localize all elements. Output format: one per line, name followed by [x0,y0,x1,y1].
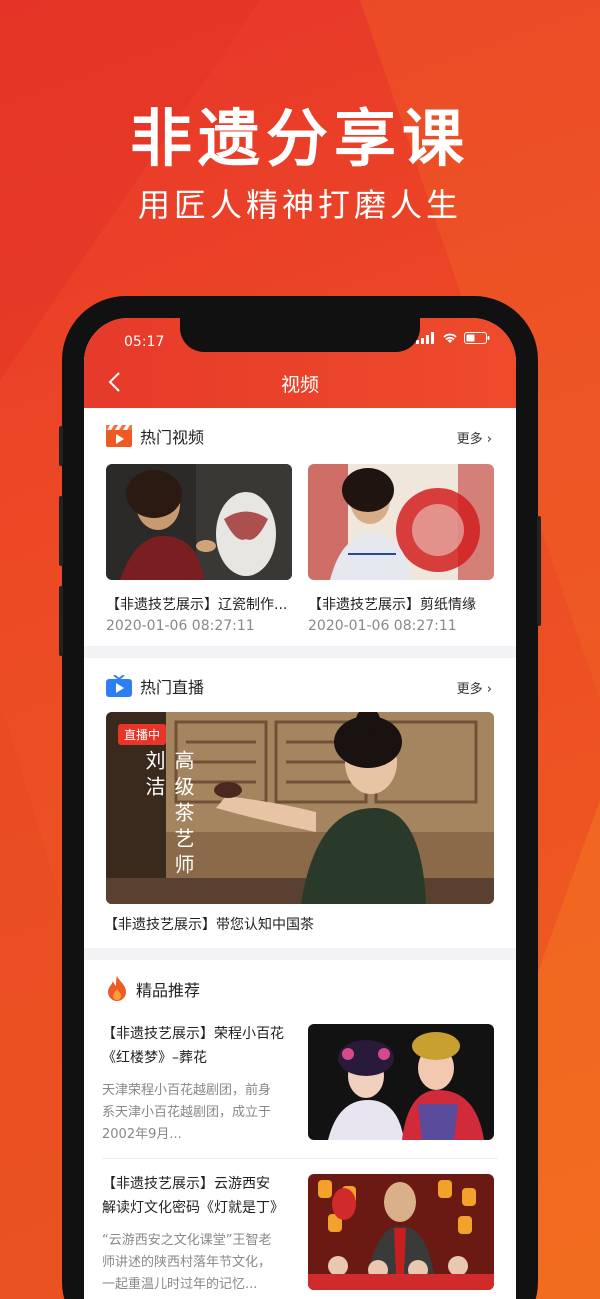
hot-live-header: 热门直播 [106,674,204,698]
promo-headline: 非遗分享课 [129,102,470,175]
live-caption[interactable]: 【非遗技艺展示】带您认知中国茶 [104,914,496,934]
wifi-icon [443,333,457,343]
recommend-item-title[interactable]: 【非遗技艺展示】云游西安 解读灯文化密码《灯就是丁》 [102,1172,302,1220]
tv-icon [106,675,132,697]
status-icons [416,332,490,344]
video-thumbnail-papercut[interactable] [308,464,494,580]
hot-videos-title: 热门视频 [140,428,205,447]
recommend-item-desc: “云游西安之文化课堂”王智老 师讲述的陕西村落年节文化， 一起重温儿时过年的记忆… [102,1233,272,1292]
recommend-item-desc: 天津荣程小百花越剧团，前身 系天津小百花越剧团，成立于 2002年9月... [102,1083,272,1142]
video-thumbnail-porcelain[interactable] [106,464,292,580]
hot-videos-more-link[interactable]: 更多 › [457,428,492,447]
section-divider [84,646,516,658]
live-badge: 直播中 [118,724,167,745]
video-title[interactable]: 【非遗技艺展示】辽瓷制作... [106,594,296,614]
recommend-thumbnail-lanterns[interactable] [308,1174,494,1290]
recommend-title: 精品推荐 [136,981,201,1000]
phone-notch [180,318,420,352]
promo-subline: 用匠人精神打磨人生 [137,186,462,224]
live-thumbnail[interactable]: 直播中 高级茶艺师刘洁 [106,712,494,904]
nav-title: 视频 [280,374,319,396]
live-overlay-text: 高级茶艺师刘洁 [142,750,195,880]
recommend-header: 精品推荐 [106,976,200,1002]
hot-live-section: 热门直播 更多 › 直播中 高级茶艺师刘洁 【非遗技艺展示】带您认知中国茶 [84,658,516,948]
hot-live-title: 热门直播 [140,678,205,697]
phone-screen: 05:17 视频 热门视频 更多 › 【非遗技艺展示】辽瓷制作... 2020-… [84,318,516,1299]
flame-icon [108,976,126,1001]
video-date: 2020-01-06 08:27:11 [106,618,255,634]
section-divider [84,948,516,960]
hot-videos-header: 热门视频 [106,424,204,448]
hot-live-more-link[interactable]: 更多 › [457,678,492,697]
video-title[interactable]: 【非遗技艺展示】剪纸情缘 [308,594,498,614]
video-date: 2020-01-06 08:27:11 [308,618,457,634]
list-divider [102,1158,498,1159]
status-time: 05:17 [124,334,165,350]
recommend-thumbnail-opera[interactable] [308,1024,494,1140]
battery-icon [464,332,490,344]
recommend-item-title[interactable]: 【非遗技艺展示】荣程小百花 《红楼梦》–葬花 [102,1022,298,1070]
recommend-section: 精品推荐 【非遗技艺展示】荣程小百花 《红楼梦》–葬花 天津荣程小百花越剧团，前… [84,960,516,1299]
hot-videos-section: 热门视频 更多 › 【非遗技艺展示】辽瓷制作... 2020-01-06 08:… [84,408,516,646]
video-clapper-icon [106,425,132,447]
